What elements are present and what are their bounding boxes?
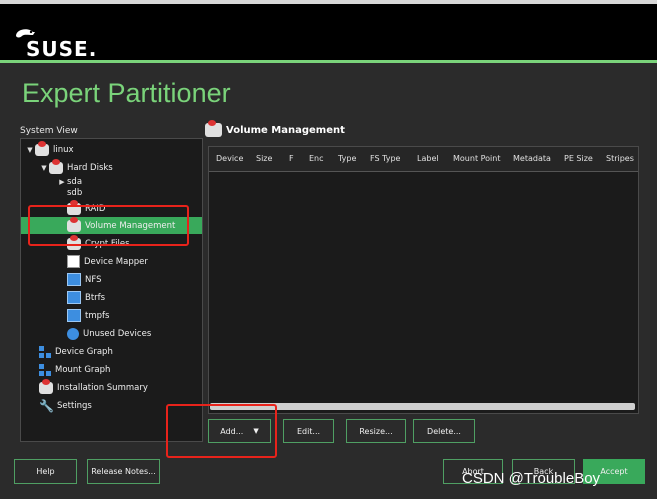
column-header[interactable]: F <box>289 154 294 163</box>
tree-item-hard-disks[interactable]: ▼ Hard Disks <box>39 158 113 176</box>
system-view-tree[interactable]: ▼ linux ▼ Hard Disks ▶ sda sdb RAID Volu… <box>20 138 203 442</box>
header-bar: SUSE. <box>0 4 657 61</box>
tree-item-label: Mount Graph <box>55 364 111 375</box>
installation-summary-icon <box>39 378 53 394</box>
tree-item-linux[interactable]: ▼ linux <box>25 140 74 158</box>
tree-item-label: Settings <box>57 400 92 411</box>
tree-item-settings[interactable]: 🔧 Settings <box>39 397 92 414</box>
tree-item-nfs[interactable]: NFS <box>57 271 102 288</box>
release-notes-button[interactable]: Release Notes... <box>87 459 160 484</box>
tree-item-label: tmpfs <box>85 310 110 321</box>
tree-item-label: Device Graph <box>55 346 113 357</box>
tree-item-label: sda <box>67 177 83 187</box>
unused-devices-icon <box>67 327 79 340</box>
help-button[interactable]: Help <box>14 459 77 484</box>
tree-item-label: Hard Disks <box>67 162 113 173</box>
column-header[interactable]: FS Type <box>370 154 400 163</box>
tree-item-label: Installation Summary <box>57 382 148 393</box>
annotation-highlight-volume-management <box>28 205 189 246</box>
column-header[interactable]: Size <box>256 154 272 163</box>
tree-item-label: Device Mapper <box>84 256 148 267</box>
tree-item-tmpfs[interactable]: tmpfs <box>57 307 109 324</box>
tree-item-unused-devices[interactable]: Unused Devices <box>57 325 151 342</box>
device-mapper-icon <box>67 255 80 268</box>
brand-logo: SUSE. <box>26 37 98 61</box>
section-title: Volume Management <box>226 124 345 136</box>
column-header[interactable]: Device <box>216 154 243 163</box>
column-header[interactable]: Stripes <box>606 154 634 163</box>
column-header[interactable]: Label <box>417 154 439 163</box>
volume-table[interactable]: Device Size F Enc Type FS Type Label Mou… <box>208 146 639 414</box>
column-header[interactable]: Mount Point <box>453 154 500 163</box>
column-header[interactable]: Type <box>338 154 356 163</box>
mount-graph-icon <box>39 363 51 376</box>
tree-item-device-graph[interactable]: Device Graph <box>39 343 113 360</box>
nfs-icon <box>67 273 81 286</box>
tree-item-label: sdb <box>67 188 83 198</box>
device-graph-icon <box>39 345 51 358</box>
chevron-right-icon[interactable]: ▶ <box>57 178 67 186</box>
tree-item-mount-graph[interactable]: Mount Graph <box>39 361 110 378</box>
column-header[interactable]: PE Size <box>564 154 593 163</box>
tmpfs-icon <box>67 309 81 322</box>
header-accent-line <box>0 60 657 63</box>
resize-button[interactable]: Resize... <box>346 419 406 443</box>
tree-item-sdb[interactable]: sdb <box>67 187 82 199</box>
watermark: CSDN @TroubleBoy <box>462 470 601 487</box>
system-view-label: System View <box>20 126 78 136</box>
delete-button[interactable]: Delete... <box>413 419 475 443</box>
column-header[interactable]: Metadata <box>513 154 551 163</box>
tree-item-label: Unused Devices <box>83 328 152 339</box>
edit-button[interactable]: Edit... <box>283 419 334 443</box>
tree-item-device-mapper[interactable]: Device Mapper <box>57 253 148 270</box>
volume-management-icon <box>205 120 222 137</box>
wrench-icon: 🔧 <box>39 398 54 413</box>
page-title: Expert Partitioner <box>22 78 231 108</box>
chevron-down-icon[interactable]: ▼ <box>25 146 35 154</box>
hard-disk-icon <box>49 158 63 174</box>
table-header: Device Size F Enc Type FS Type Label Mou… <box>209 147 638 172</box>
tree-item-label: NFS <box>85 274 102 285</box>
volume-management-heading: Volume Management <box>205 120 345 137</box>
column-header[interactable]: Enc <box>309 154 324 163</box>
tree-item-installation-summary[interactable]: Installation Summary <box>39 378 148 396</box>
btrfs-icon <box>67 291 81 304</box>
tree-item-btrfs[interactable]: Btrfs <box>57 289 105 306</box>
chevron-down-icon[interactable]: ▼ <box>39 164 49 172</box>
computer-icon <box>35 140 49 156</box>
annotation-highlight-add-button <box>166 404 277 458</box>
tree-item-label: Btrfs <box>85 292 106 303</box>
tree-item-label: linux <box>53 144 74 155</box>
